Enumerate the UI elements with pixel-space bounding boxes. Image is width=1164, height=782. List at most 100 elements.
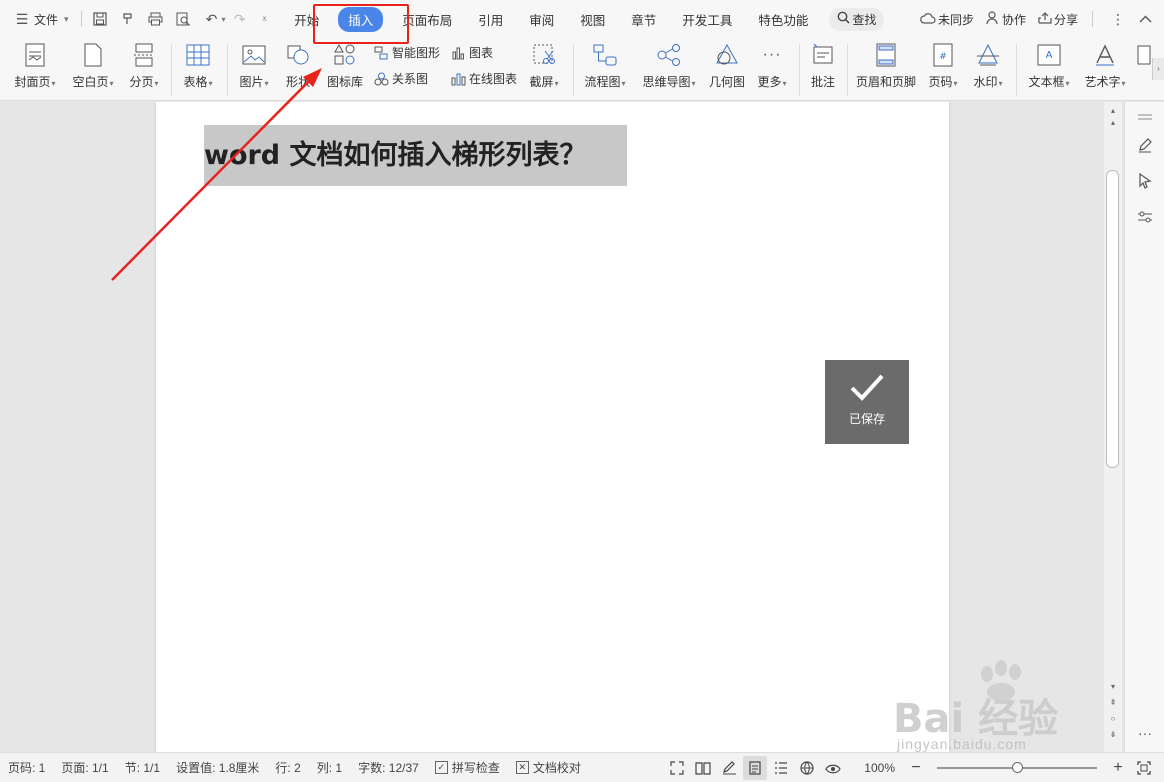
comment-button[interactable]: 批注 <box>806 38 840 90</box>
reading-mode-icon[interactable] <box>691 756 715 780</box>
save-icon[interactable] <box>92 11 108 27</box>
document-heading[interactable]: word 文档如何插入梯形列表？ <box>204 125 627 186</box>
tab-references[interactable]: 引用 <box>465 0 516 38</box>
redo-icon[interactable]: ↷ <box>232 11 248 27</box>
watermark-label: 水印 <box>973 75 998 89</box>
print-icon[interactable] <box>148 11 164 27</box>
web-view-icon[interactable] <box>795 756 819 780</box>
ribbon-overflow-item[interactable] <box>1136 38 1152 73</box>
share-button[interactable]: 分享 <box>1032 0 1084 38</box>
text-box-button[interactable]: A 文本框▾ <box>1024 38 1074 90</box>
cover-page-label: 封面页 <box>14 75 51 89</box>
header-footer-button[interactable]: 页眉和页脚 <box>853 38 919 90</box>
header-footer-label: 页眉和页脚 <box>855 75 916 89</box>
page-break-button[interactable]: 分页▾ <box>124 38 164 90</box>
file-menu[interactable]: ☰ 文件 ▾ <box>0 0 77 38</box>
proofread-button[interactable]: ✕ 文档校对 <box>508 759 589 776</box>
scrollbar-thumb[interactable] <box>1106 170 1119 468</box>
undo-dropdown-icon[interactable]: ▾ <box>222 15 226 24</box>
tab-review-label: 审阅 <box>529 13 555 28</box>
sync-label: 未同步 <box>937 12 974 27</box>
more-options-icon[interactable]: ⋮ <box>1111 11 1125 28</box>
page-number-button[interactable]: # 页码▾ <box>924 38 962 90</box>
mindmap-button[interactable]: 思维导图▾ <box>638 38 700 90</box>
blank-page-button[interactable]: 空白页▾ <box>68 38 118 90</box>
caret-icon: ▾ <box>154 79 159 88</box>
status-setting-value[interactable]: 设置值: 1.8厘米 <box>168 759 267 776</box>
online-chart-button[interactable]: 在线图表 <box>450 70 517 87</box>
outline-view-icon[interactable] <box>769 756 793 780</box>
caret-icon: ▾ <box>264 79 269 88</box>
settings-sliders-icon[interactable] <box>1134 206 1156 228</box>
geometry-button[interactable]: 几何图 <box>706 38 748 90</box>
ribbon-insert: 封面页▾ 空白页▾ 分页▾ 表格▾ 图片▾ 形状 图标库 智能图形 图表 关系图… <box>0 38 1164 101</box>
panel-collapse-icon[interactable] <box>1134 106 1156 128</box>
select-cursor-icon[interactable] <box>1134 170 1156 192</box>
caret-icon: ▾ <box>554 79 559 88</box>
tab-view-label: 视图 <box>580 13 606 28</box>
quick-access-more-icon[interactable]: ⩡ <box>262 14 268 25</box>
screenshot-button[interactable]: 截屏▾ <box>525 38 563 90</box>
proofread-icon: ✕ <box>515 761 529 774</box>
smart-art-button[interactable]: 智能图形 <box>373 44 440 61</box>
document-icon <box>1136 42 1152 68</box>
caret-icon: ▾ <box>621 79 626 88</box>
tab-review[interactable]: 审阅 <box>516 0 567 38</box>
cover-page-button[interactable]: 封面页▾ <box>10 38 60 90</box>
table-button[interactable]: 表格▾ <box>178 38 218 90</box>
zoom-slider-knob[interactable] <box>1011 762 1023 773</box>
flowchart-icon <box>592 42 618 68</box>
zoom-slider[interactable] <box>937 762 1097 773</box>
zoom-level[interactable]: 100% <box>856 761 903 775</box>
print-preview-icon[interactable] <box>176 11 192 27</box>
watermark-button[interactable]: 水印▾ <box>968 38 1008 90</box>
collaborate-button[interactable]: 协作 <box>980 0 1032 38</box>
tab-features[interactable]: 特色功能 <box>745 0 821 38</box>
search-button[interactable]: 查找 <box>829 7 885 31</box>
scroll-up-icon[interactable]: ▴ <box>1107 118 1119 128</box>
icon-library-button[interactable]: 图标库 <box>323 38 367 90</box>
menu-bar: ☰ 文件 ▾ ↶ ▾ ↷ ⩡ 开始 插入 页面布局 引用 审阅 视图 章节 开发… <box>0 0 1164 38</box>
format-painter-icon[interactable] <box>120 11 136 27</box>
page-view-icon[interactable] <box>743 756 768 780</box>
tab-view[interactable]: 视图 <box>567 0 618 38</box>
ribbon-scroll-right-icon[interactable]: › <box>1152 58 1164 80</box>
status-row[interactable]: 行: 2 <box>267 759 308 776</box>
table-icon <box>185 42 211 68</box>
picture-button[interactable]: 图片▾ <box>234 38 274 90</box>
collapse-ribbon-icon[interactable] <box>1139 12 1152 26</box>
flowchart-button[interactable]: 流程图▾ <box>580 38 630 90</box>
eye-protection-icon[interactable] <box>821 756 845 780</box>
vertical-scrollbar[interactable]: ▴ ▴ ▾ ⇞ ○ ⇟ <box>1104 102 1122 752</box>
more-button[interactable]: ··· 更多▾ <box>753 38 791 90</box>
fullscreen-icon[interactable] <box>665 756 689 780</box>
saved-label: 已保存 <box>848 412 885 426</box>
undo-icon[interactable]: ↶ <box>204 11 220 27</box>
write-mode-icon[interactable] <box>717 756 741 780</box>
status-section[interactable]: 节: 1/1 <box>117 759 168 776</box>
tab-section[interactable]: 章节 <box>618 0 669 38</box>
svg-text:A: A <box>1046 50 1053 61</box>
fit-window-icon[interactable] <box>1132 756 1156 780</box>
edit-pen-icon[interactable] <box>1134 134 1156 156</box>
status-pages[interactable]: 页面: 1/1 <box>53 759 116 776</box>
sync-button[interactable]: 未同步 <box>914 0 980 38</box>
document-area[interactable]: word 文档如何插入梯形列表？ 已保存 <box>0 102 1124 752</box>
scroll-top-icon[interactable]: ▴ <box>1107 106 1119 116</box>
chart-button[interactable]: 图表 <box>450 44 493 61</box>
spell-check-toggle[interactable]: ✓ 拼写检查 <box>427 759 508 776</box>
more-panel-icon[interactable]: ··· <box>1134 722 1156 744</box>
word-art-button[interactable]: 艺术字▾ <box>1080 38 1130 90</box>
relation-chart-label: 关系图 <box>392 72 429 86</box>
tab-developer[interactable]: 开发工具 <box>669 0 745 38</box>
shape-button[interactable]: 形状 <box>280 38 316 90</box>
word-art-icon <box>1092 42 1118 68</box>
caret-icon: ▾ <box>953 79 958 88</box>
status-word-count[interactable]: 字数: 12/37 <box>350 759 427 776</box>
divider <box>80 11 82 27</box>
status-column[interactable]: 列: 1 <box>309 759 350 776</box>
picture-icon <box>241 42 267 68</box>
relation-chart-button[interactable]: 关系图 <box>373 70 428 87</box>
status-page-number[interactable]: 页码: 1 <box>0 759 53 776</box>
caret-icon: ▾ <box>1121 79 1126 88</box>
